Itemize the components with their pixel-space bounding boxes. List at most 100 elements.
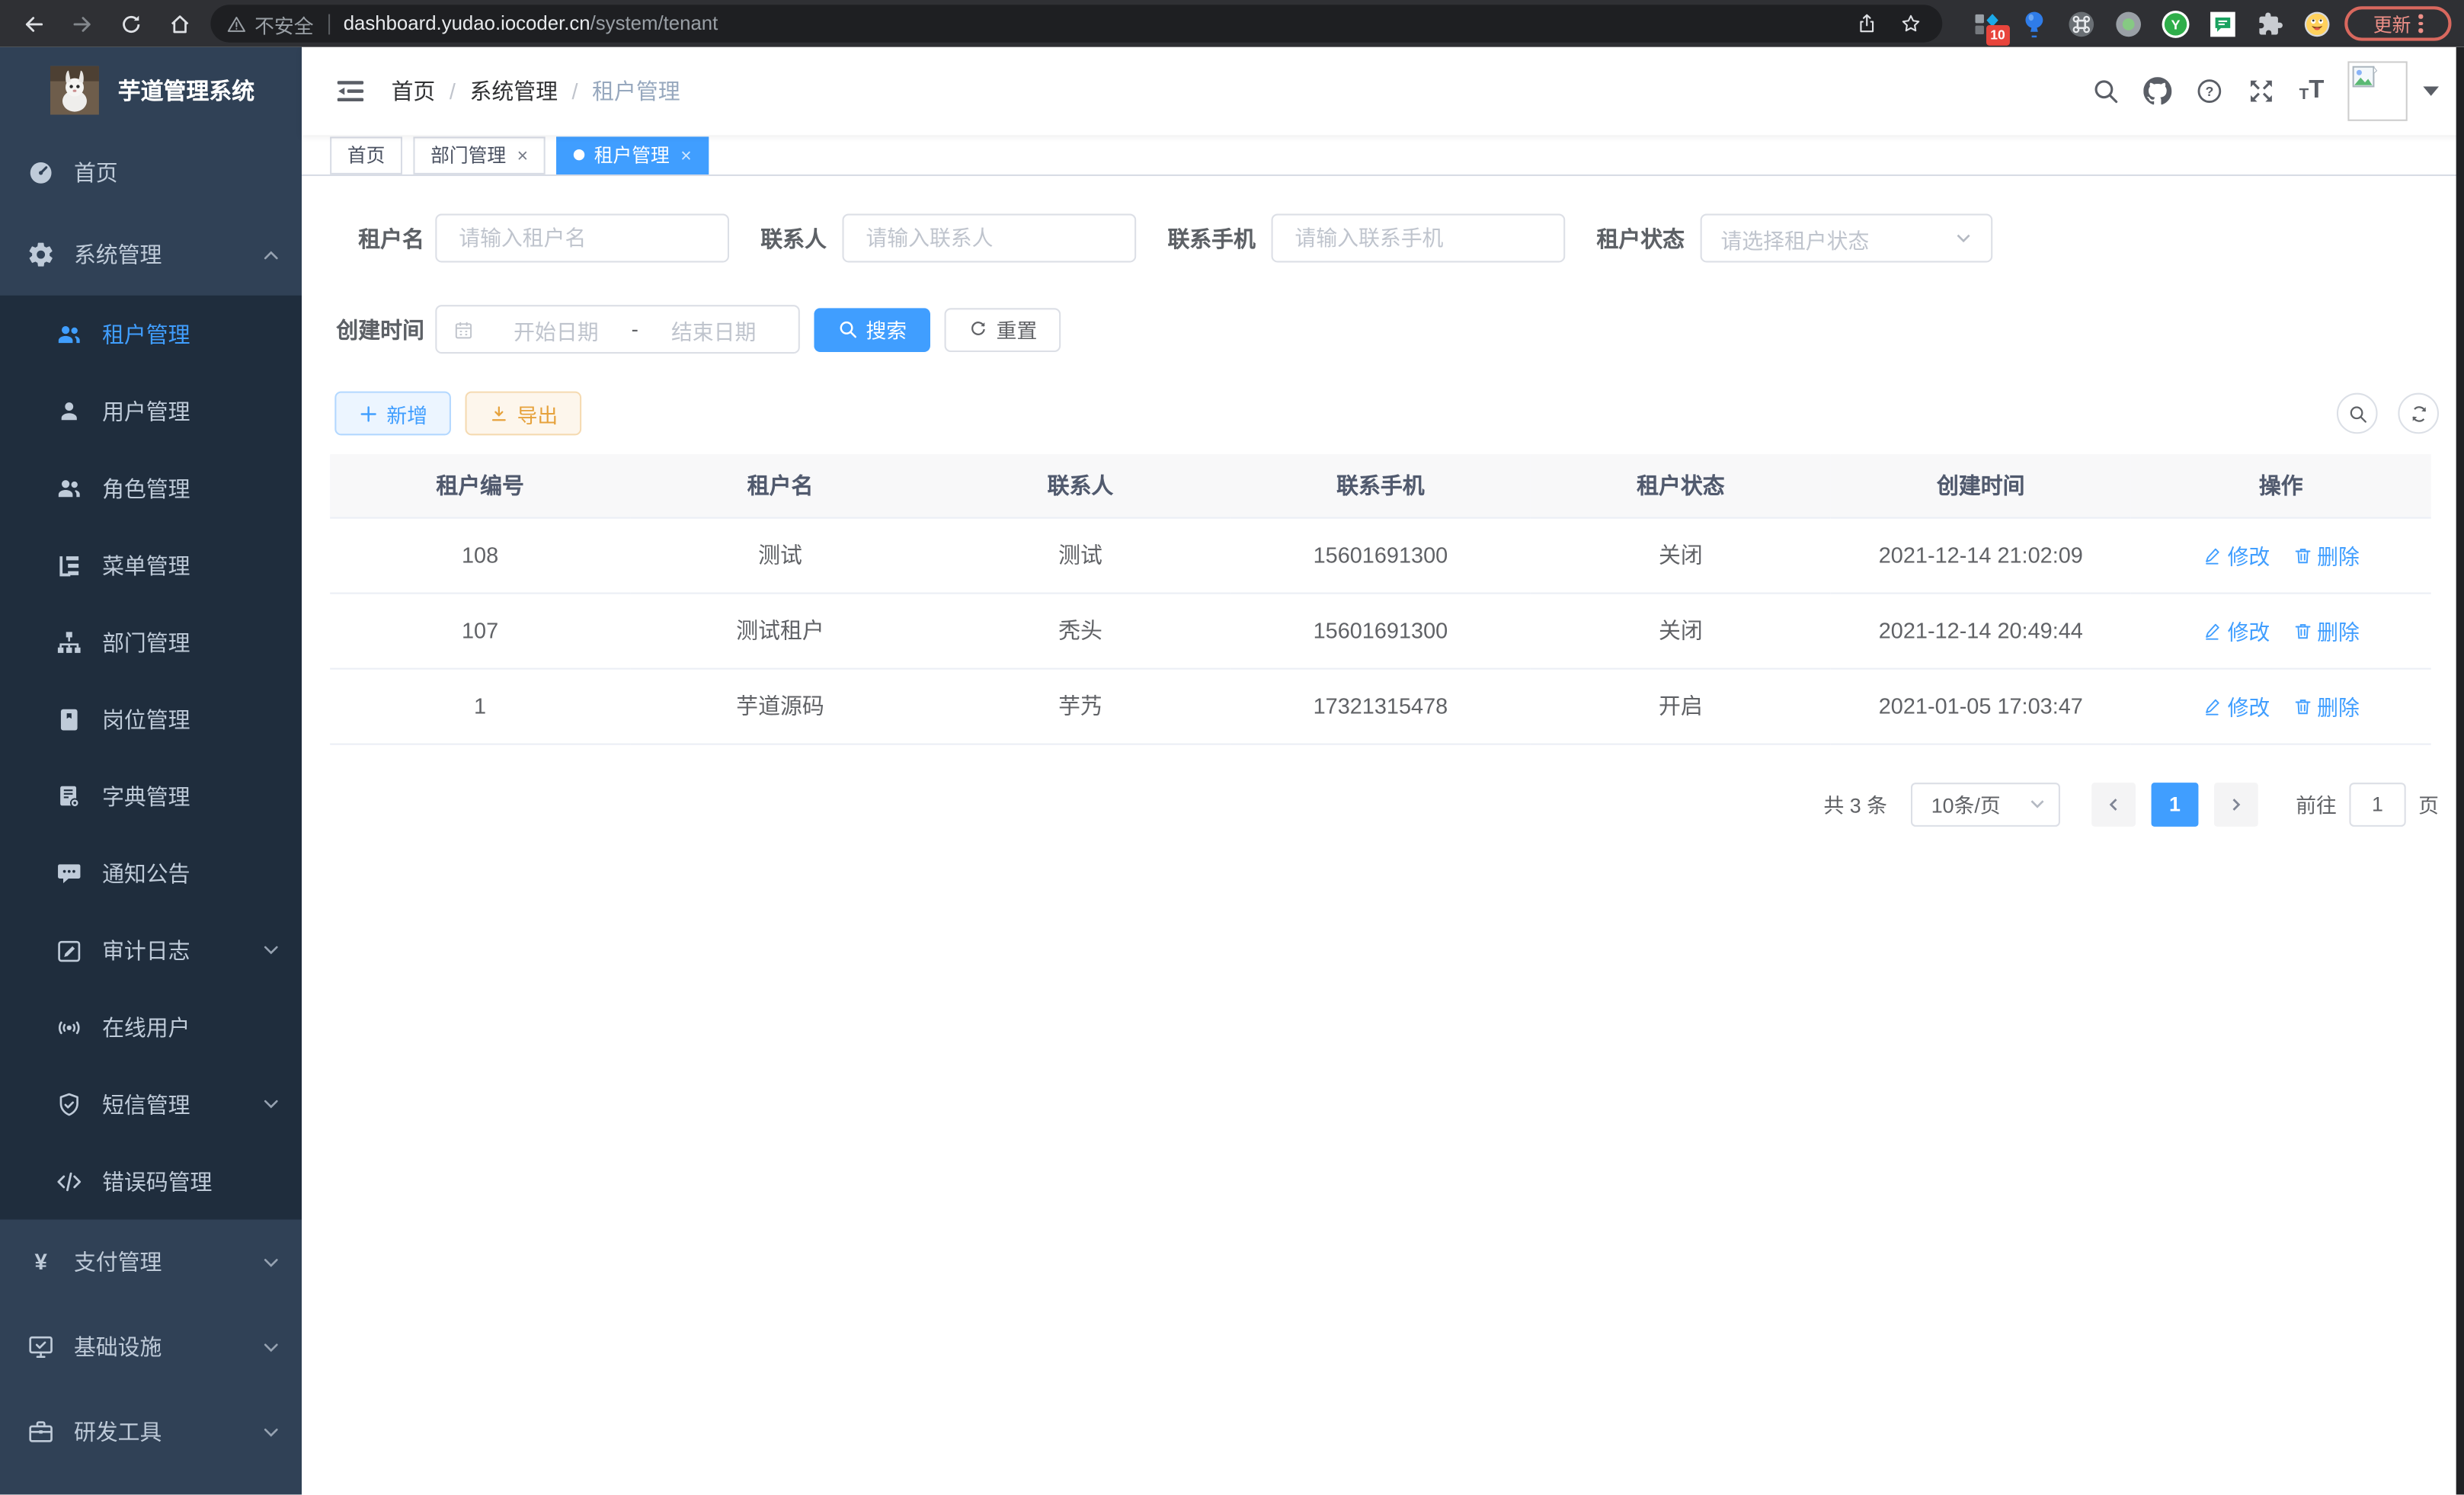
page-unit-label: 页 <box>2418 789 2439 818</box>
github-icon[interactable] <box>2143 77 2171 105</box>
sidebar-item[interactable]: ¥支付管理 <box>0 1220 302 1305</box>
shield-icon <box>55 1090 83 1118</box>
active-dot <box>574 149 584 160</box>
sidebar-item-home[interactable]: 首页 <box>0 132 302 213</box>
chrome-update-button[interactable]: 更新 <box>2344 6 2451 40</box>
search-button[interactable]: 搜索 <box>814 307 930 351</box>
mobile-input-wrap <box>1272 214 1566 263</box>
browser-menu-icon[interactable] <box>2419 14 2423 33</box>
goto-label: 前往 <box>2296 789 2337 818</box>
sidebar-subitem[interactable]: 角色管理 <box>0 450 302 527</box>
sidebar-subitem[interactable]: 在线用户 <box>0 988 302 1065</box>
help-icon[interactable]: ? <box>2196 77 2224 105</box>
contact-input-wrap <box>843 214 1137 263</box>
avatar[interactable] <box>2347 61 2407 120</box>
user-icon <box>55 397 83 425</box>
sidebar-subitem[interactable]: 审计日志 <box>0 911 302 988</box>
sidebar-subitem[interactable]: 部门管理 <box>0 603 302 680</box>
extensions-bar: 10 Y <box>1972 0 2331 47</box>
status-select[interactable]: 请选择租户状态 <box>1701 214 1993 263</box>
tab-租户管理[interactable]: 租户管理× <box>556 136 709 174</box>
sidebar-subitem[interactable]: 错误码管理 <box>0 1142 302 1219</box>
main-area: 首页 / 系统管理 / 租户管理 ? <box>302 47 2464 1495</box>
page-number-button[interactable]: 1 <box>2151 782 2198 826</box>
org-icon <box>55 628 83 656</box>
mobile-input[interactable] <box>1291 225 1544 251</box>
chevron-down-icon <box>262 1253 280 1271</box>
sidebar-subitem[interactable]: 岗位管理 <box>0 680 302 757</box>
sidebar-subitem[interactable]: 字典管理 <box>0 757 302 834</box>
font-size-icon[interactable]: TT <box>2299 78 2325 104</box>
contact-input[interactable] <box>862 225 1115 251</box>
system-submenu: 租户管理用户管理角色管理菜单管理部门管理岗位管理字典管理通知公告审计日志在线用户… <box>0 296 302 1220</box>
navbar-actions: ? TT <box>2068 61 2439 120</box>
date-range-picker[interactable]: 开始日期 - 结束日期 <box>435 305 800 354</box>
sidebar-subitem[interactable]: 短信管理 <box>0 1065 302 1142</box>
back-icon[interactable] <box>16 6 50 40</box>
breadcrumb-current: 租户管理 <box>592 75 680 107</box>
address-bar[interactable]: 不安全 dashboard.yudao.iocoder.cn/system/te… <box>210 5 1942 43</box>
sidebar-item-system[interactable]: 系统管理 <box>0 214 302 296</box>
refresh-table-button[interactable] <box>2398 393 2439 434</box>
sidebar-collapse-icon[interactable] <box>334 75 366 107</box>
chevron-down-icon <box>262 941 280 959</box>
breadcrumb-home[interactable]: 首页 <box>392 75 436 107</box>
extension-puzzle-icon[interactable] <box>2255 8 2285 38</box>
sidebar-item[interactable]: 研发工具 <box>0 1389 302 1474</box>
app-title: 芋道管理系统 <box>118 73 254 106</box>
sidebar: 芋道管理系统 首页系统管理租户管理用户管理角色管理菜单管理部门管理岗位管理字典管… <box>0 47 302 1495</box>
prev-page-button[interactable] <box>2091 782 2136 826</box>
extension-yudao-icon[interactable]: Y <box>2161 8 2190 38</box>
tab-部门管理[interactable]: 部门管理× <box>413 136 545 174</box>
sidebar-subitem[interactable]: 通知公告 <box>0 834 302 911</box>
sidebar-subitem[interactable]: 菜单管理 <box>0 527 302 603</box>
start-date-placeholder: 开始日期 <box>487 313 625 344</box>
tags-view-bar: 首页部门管理× 租户管理× <box>302 135 2464 176</box>
tab-首页[interactable]: 首页 <box>330 136 402 174</box>
app-logo[interactable]: 芋道管理系统 <box>0 47 302 132</box>
tenant-name-input[interactable] <box>456 225 709 251</box>
scrollbar-track[interactable] <box>2456 47 2464 1495</box>
forward-icon[interactable] <box>65 6 99 40</box>
extension-chat-green-icon[interactable] <box>2208 8 2238 38</box>
fullscreen-icon[interactable] <box>2248 77 2276 105</box>
delete-button[interactable]: 删除 <box>2292 539 2360 570</box>
toggle-search-button[interactable] <box>2337 393 2378 434</box>
edit-button[interactable]: 修改 <box>2203 539 2270 570</box>
delete-button[interactable]: 删除 <box>2292 690 2360 721</box>
extension-balloon-icon[interactable] <box>2019 8 2049 38</box>
tenant-name-label: 租户名 <box>330 222 424 254</box>
next-page-button[interactable] <box>2214 782 2258 826</box>
search-icon[interactable] <box>2091 77 2120 105</box>
sidebar-subitem[interactable]: 租户管理 <box>0 296 302 373</box>
home-icon[interactable] <box>162 6 196 40</box>
close-icon[interactable]: × <box>517 146 528 165</box>
add-button[interactable]: 新增 <box>334 392 451 436</box>
reload-icon[interactable] <box>114 6 148 40</box>
contact-label: 联系人 <box>760 222 827 254</box>
extension-emoji-icon[interactable] <box>2302 8 2332 38</box>
column-header: 操作 <box>2131 454 2431 517</box>
sidebar-subitem[interactable]: 用户管理 <box>0 373 302 450</box>
extension-command-icon[interactable] <box>2066 8 2096 38</box>
extension-squares-diamond-icon[interactable]: 10 <box>1972 8 2002 38</box>
table-row: 1芋道源码芋艿17321315478开启2021-01-05 17:03:47修… <box>330 668 2431 744</box>
sidebar-item[interactable]: 基础设施 <box>0 1305 302 1389</box>
svg-text:Y: Y <box>2171 16 2181 31</box>
goto-page-input[interactable] <box>2349 782 2405 826</box>
extension-record-dot-icon[interactable] <box>2114 8 2143 38</box>
share-icon[interactable] <box>1851 8 1883 39</box>
bookmark-star-icon[interactable] <box>1895 8 1926 39</box>
reset-button[interactable]: 重置 <box>945 307 1061 351</box>
delete-button[interactable]: 删除 <box>2292 614 2360 645</box>
export-button[interactable]: 导出 <box>466 392 582 436</box>
browser-window: 不安全 dashboard.yudao.iocoder.cn/system/te… <box>0 0 2464 1494</box>
edit-button[interactable]: 修改 <box>2203 614 2270 645</box>
edit-button[interactable]: 修改 <box>2203 690 2270 721</box>
not-secure-icon <box>226 14 254 34</box>
url-path: /system/tenant <box>590 13 718 35</box>
page-size-select[interactable]: 10条/页 <box>1911 782 2060 826</box>
close-icon[interactable]: × <box>680 146 691 165</box>
breadcrumb-system[interactable]: 系统管理 <box>469 75 558 107</box>
avatar-dropdown-icon[interactable] <box>2423 86 2439 95</box>
